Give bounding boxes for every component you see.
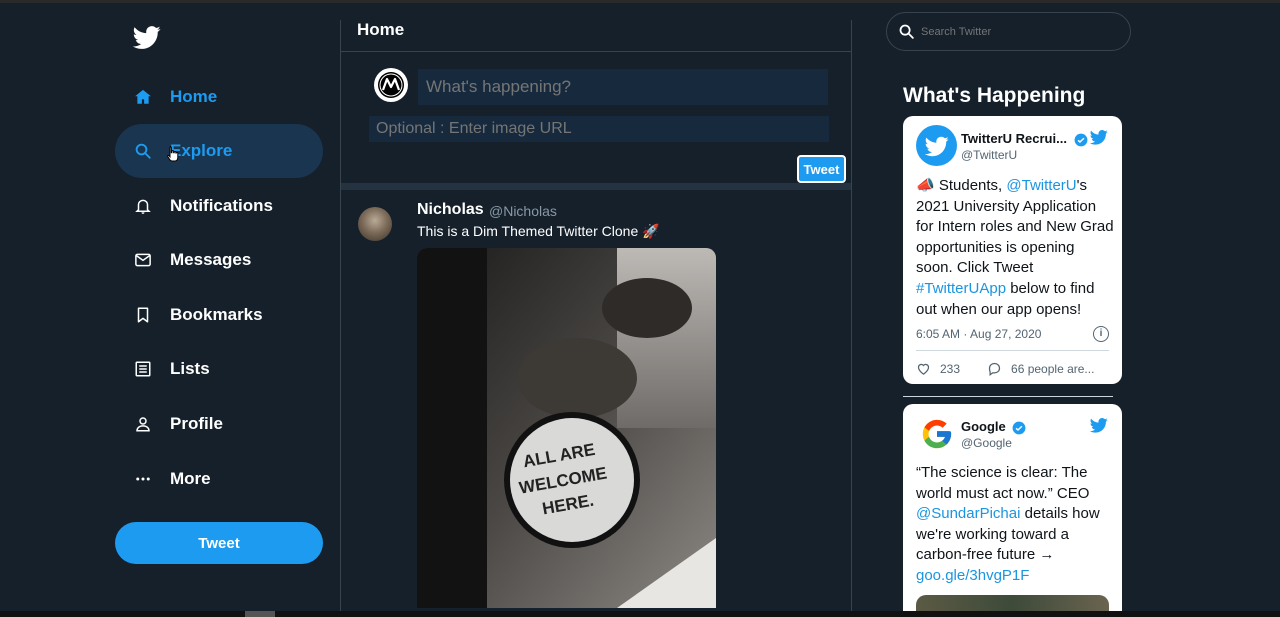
- mention-link[interactable]: @TwitterU: [1006, 177, 1076, 194]
- embedded-tweet-card[interactable]: TwitterU Recrui... @TwitterU 📣 Students,…: [903, 116, 1122, 384]
- like-count: 233: [940, 361, 961, 376]
- sidebar-item-label: More: [170, 469, 211, 488]
- cards-divider: [903, 396, 1113, 397]
- whats-happening-title: What's Happening: [903, 84, 1086, 107]
- sidebar-item-notifications[interactable]: Notifications: [115, 179, 323, 233]
- sidebar-item-explore[interactable]: Explore: [115, 124, 323, 178]
- mention-link[interactable]: @SundarPichai: [916, 505, 1020, 522]
- tweet-text: This is a Dim Themed Twitter Clone 🚀: [417, 223, 660, 239]
- app: Home Explore Notifications Messages Book…: [0, 3, 1280, 611]
- sidebar-item-label: Bookmarks: [170, 305, 263, 324]
- info-icon[interactable]: i: [1093, 326, 1109, 342]
- hand-cursor-icon: [167, 146, 179, 162]
- card-body: 📣 Students, @TwitterU's 2021 University …: [916, 176, 1114, 320]
- mail-icon: [133, 250, 153, 270]
- main-header: Home: [341, 20, 851, 52]
- sidebar-item-home[interactable]: Home: [115, 70, 323, 124]
- twitter-bird-icon[interactable]: [1088, 416, 1110, 434]
- card-divider: [916, 350, 1109, 351]
- sidebar-tweet-button[interactable]: Tweet: [115, 522, 323, 564]
- url-link[interactable]: goo.gle/3hvgP1F: [916, 567, 1029, 584]
- tweet-author-name[interactable]: Nicholas: [417, 201, 484, 219]
- sidebar: Home Explore Notifications Messages Book…: [0, 3, 340, 611]
- card-author-handle: @TwitterU: [961, 148, 1018, 162]
- reply-count[interactable]: 66 people are...: [1011, 362, 1094, 376]
- page-title: Home: [357, 20, 405, 39]
- more-icon: [133, 469, 153, 489]
- tweet-author-handle: @Nicholas: [489, 203, 557, 219]
- avatar[interactable]: [916, 125, 957, 166]
- twitter-logo-icon: [924, 136, 949, 156]
- sidebar-item-label: Explore: [170, 141, 233, 160]
- twitter-bird-icon[interactable]: [1088, 128, 1110, 146]
- tweet-image[interactable]: ALL ARE WELCOME HERE.: [417, 248, 716, 608]
- embedded-tweet-card[interactable]: Google @Google “The science is clear: Th…: [903, 404, 1122, 611]
- scrollbar-thumb[interactable]: [245, 611, 275, 617]
- twitter-logo-icon[interactable]: [133, 23, 161, 51]
- motorola-logo-icon: [378, 72, 404, 98]
- card-body: “The science is clear: The world must ac…: [916, 463, 1114, 587]
- welcome-sign-photo: ALL ARE WELCOME HERE.: [417, 248, 716, 608]
- home-icon: [133, 87, 153, 107]
- google-logo-icon: [922, 419, 951, 448]
- hashtag-link[interactable]: #TwitterUApp: [916, 280, 1006, 297]
- search-input[interactable]: [921, 25, 1121, 38]
- verified-badge-icon: [1012, 421, 1026, 434]
- reply-icon[interactable]: [987, 361, 1002, 376]
- search-box[interactable]: [886, 12, 1131, 51]
- card-timestamp[interactable]: 6:05 AM · Aug 27, 2020: [916, 327, 1041, 341]
- whats-happening-input[interactable]: [418, 69, 828, 105]
- tweet-composer: [341, 52, 851, 190]
- sidebar-item-lists[interactable]: Lists: [115, 342, 323, 396]
- avatar: [374, 68, 408, 102]
- card-author-name-text: TwitterU Recrui...: [961, 131, 1067, 146]
- sidebar-item-more[interactable]: More: [115, 452, 323, 506]
- card-author-handle: @Google: [961, 436, 1012, 450]
- card-body-text: “The science is clear: The world must ac…: [916, 464, 1090, 502]
- sidebar-item-label: Profile: [170, 414, 223, 433]
- avatar[interactable]: [916, 413, 957, 454]
- person-icon: [133, 414, 153, 434]
- bookmark-icon: [133, 305, 153, 325]
- card-author-name-text: Google: [961, 419, 1006, 434]
- avatar[interactable]: [358, 207, 392, 241]
- sidebar-item-bookmarks[interactable]: Bookmarks: [115, 288, 323, 342]
- composer-tweet-button[interactable]: Tweet: [797, 155, 846, 183]
- image-url-input[interactable]: [369, 116, 829, 142]
- sidebar-item-label: Notifications: [170, 196, 273, 215]
- card-actions: 233 66 people are...: [916, 361, 1094, 376]
- bell-icon: [133, 196, 153, 216]
- card-media-preview[interactable]: [916, 595, 1109, 611]
- heart-icon[interactable]: [916, 361, 931, 376]
- sidebar-item-label: Lists: [170, 359, 210, 378]
- sidebar-item-label: Messages: [170, 250, 252, 269]
- sidebar-item-profile[interactable]: Profile: [115, 397, 323, 451]
- card-body-text: 📣 Students,: [916, 177, 1007, 194]
- horizontal-scrollbar[interactable]: [0, 611, 1280, 617]
- card-author-name[interactable]: Google: [961, 419, 1026, 435]
- main-feed: Home Nicholas @Nicholas This is a Dim Th…: [340, 20, 852, 611]
- sidebar-item-messages[interactable]: Messages: [115, 233, 323, 287]
- list-icon: [133, 359, 153, 379]
- search-icon: [899, 24, 914, 39]
- card-author-name[interactable]: TwitterU Recrui...: [961, 131, 1088, 147]
- verified-badge-icon: [1074, 133, 1087, 146]
- sidebar-item-label: Home: [170, 87, 218, 106]
- search-icon: [133, 141, 153, 161]
